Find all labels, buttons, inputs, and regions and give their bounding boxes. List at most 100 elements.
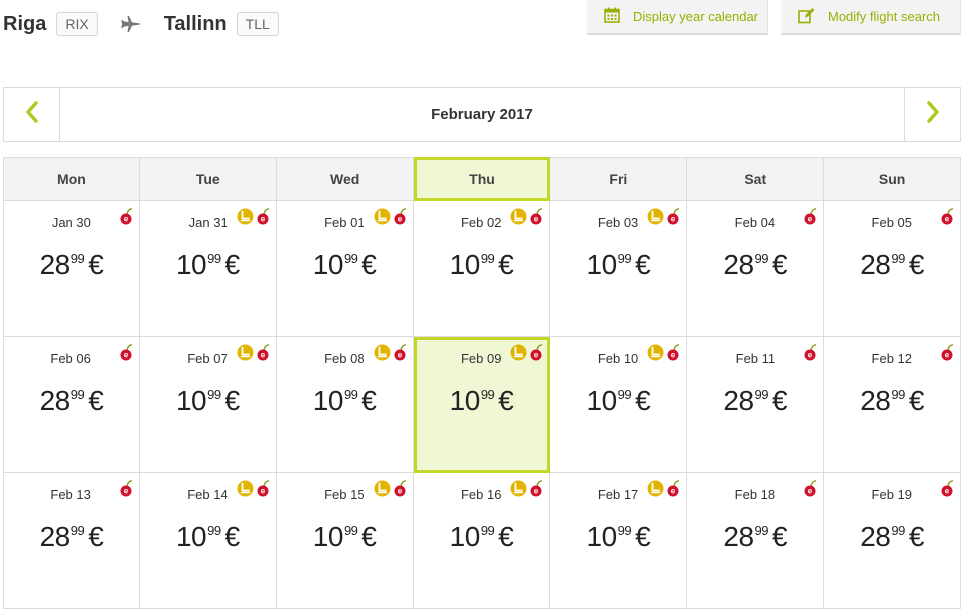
calendar-day-cell[interactable]: Feb 19 e 2899 € [824, 473, 962, 609]
price-currency: € [361, 385, 377, 416]
cherry-icon: e [530, 208, 543, 230]
day-price: 2899 € [824, 385, 960, 417]
price-cents: 99 [754, 251, 769, 266]
seat-icon [237, 344, 254, 366]
cherry-icon: e [804, 208, 817, 230]
price-cents: 99 [207, 523, 221, 538]
calendar-day-cell[interactable]: Feb 15 e 1099 € [276, 473, 414, 609]
day-icons: e [804, 208, 817, 230]
calendar-day-cell[interactable]: Feb 10 e 1099 € [550, 337, 688, 473]
svg-text:e: e [124, 487, 129, 496]
price-cents: 99 [343, 251, 358, 266]
price-integer: 28 [39, 521, 71, 552]
weekday-header: Wed [276, 157, 414, 201]
calendar-day-cell[interactable]: Feb 18 e 2899 € [687, 473, 825, 609]
origin-city: Riga [3, 12, 47, 35]
day-icons: e [510, 480, 543, 502]
price-integer: 28 [723, 521, 754, 552]
calendar-day-cell[interactable]: Feb 17 e 1099 € [550, 473, 688, 609]
day-date-label: Feb 02 [460, 215, 502, 230]
price-integer: 28 [860, 385, 891, 416]
price-integer: 10 [586, 521, 618, 552]
day-date-label: Feb 05 [871, 215, 913, 230]
price-integer: 28 [39, 249, 71, 280]
calendar-day-cell[interactable]: Feb 11 e 2899 € [687, 337, 825, 473]
svg-text:e: e [534, 351, 539, 360]
calendar-day-cell-selected[interactable]: Feb 09 e 1099 € [413, 337, 551, 473]
day-date-label: Feb 11 [735, 351, 776, 366]
calendar-day-cell[interactable]: Feb 13 e 2899 € [3, 473, 140, 609]
seat-icon [374, 208, 391, 230]
price-cents: 99 [343, 387, 358, 402]
day-price: 1099 € [550, 249, 686, 281]
calendar-day-cell[interactable]: Feb 03 e 1099 € [550, 201, 688, 337]
calendar-day-cell[interactable]: Feb 04 e 2899 € [687, 201, 825, 337]
day-date-label: Feb 17 [597, 487, 639, 502]
calendar-day-cell[interactable]: Jan 31 e 1099 € [139, 201, 277, 337]
day-price: 1099 € [140, 249, 276, 281]
day-icons: e [804, 480, 817, 502]
calendar-day-cell[interactable]: Feb 16 e 1099 € [413, 473, 551, 609]
day-date-label: Feb 12 [871, 351, 913, 366]
calendar-day-cell[interactable]: Feb 12 e 2899 € [824, 337, 962, 473]
display-year-calendar-button[interactable]: Display year calendar [587, 0, 768, 35]
price-integer: 10 [312, 385, 344, 416]
day-price: 1099 € [277, 521, 413, 553]
cherry-icon: e [394, 344, 407, 366]
day-date-label: Feb 08 [324, 351, 365, 366]
cherry-icon: e [667, 480, 680, 502]
seat-icon [510, 480, 527, 502]
svg-text:e: e [534, 487, 539, 496]
day-price: 2899 € [4, 249, 139, 281]
svg-text:e: e [945, 215, 950, 224]
day-date-label: Feb 06 [50, 351, 91, 366]
cherry-icon: e [941, 208, 954, 230]
price-cents: 99 [754, 387, 769, 402]
day-date-label: Feb 18 [734, 487, 776, 502]
day-price: 2899 € [824, 521, 960, 553]
calendar-day-cell[interactable]: Feb 14 e 1099 € [139, 473, 277, 609]
price-currency: € [635, 521, 651, 552]
price-currency: € [498, 385, 514, 416]
weekday-header: Sat [687, 157, 825, 201]
calendar-day-cell[interactable]: Feb 08 e 1099 € [276, 337, 414, 473]
cherry-icon: e [530, 344, 543, 366]
destination-code-badge: TLL [236, 12, 279, 36]
svg-text:e: e [124, 215, 129, 224]
next-month-button[interactable] [904, 88, 960, 141]
seat-icon [374, 344, 391, 366]
cherry-icon: e [120, 208, 133, 230]
calendar-day-cell[interactable]: Feb 07 e 1099 € [139, 337, 277, 473]
svg-text:e: e [397, 487, 402, 496]
price-integer: 10 [175, 521, 207, 552]
previous-month-button[interactable] [4, 88, 60, 141]
day-price: 1099 € [277, 249, 413, 281]
modify-flight-search-button[interactable]: Modify flight search [781, 0, 961, 35]
svg-text:e: e [124, 351, 129, 360]
day-icons: e [510, 344, 543, 366]
day-icons: e [120, 208, 133, 230]
cherry-icon: e [804, 480, 817, 502]
price-currency: € [88, 521, 104, 552]
calendar-day-cell[interactable]: Jan 30 e 2899 € [3, 201, 140, 337]
day-price: 1099 € [550, 521, 686, 553]
day-date-label: Feb 03 [597, 215, 639, 230]
day-price: 2899 € [4, 521, 139, 553]
calendar-day-cell[interactable]: Feb 01 e 1099 € [276, 201, 414, 337]
day-date-label: Feb 16 [460, 487, 502, 502]
seat-icon [647, 208, 664, 230]
calendar-day-cell[interactable]: Feb 05 e 2899 € [824, 201, 962, 337]
cherry-icon: e [530, 480, 543, 502]
cherry-icon: e [804, 344, 817, 366]
calendar-day-cell[interactable]: Feb 02 e 1099 € [413, 201, 551, 337]
svg-text:e: e [671, 215, 676, 224]
price-cents: 99 [891, 523, 905, 538]
day-date-label: Feb 13 [50, 487, 91, 502]
price-cents: 99 [70, 251, 85, 266]
day-price: 2899 € [687, 385, 823, 417]
calendar-day-cell[interactable]: Feb 06 e 2899 € [3, 337, 140, 473]
svg-text:e: e [671, 351, 676, 360]
day-price: 1099 € [550, 385, 686, 417]
weekday-header-row: Mon Tue Wed Thu Fri Sat Sun [3, 157, 962, 201]
price-cents: 99 [70, 523, 85, 538]
